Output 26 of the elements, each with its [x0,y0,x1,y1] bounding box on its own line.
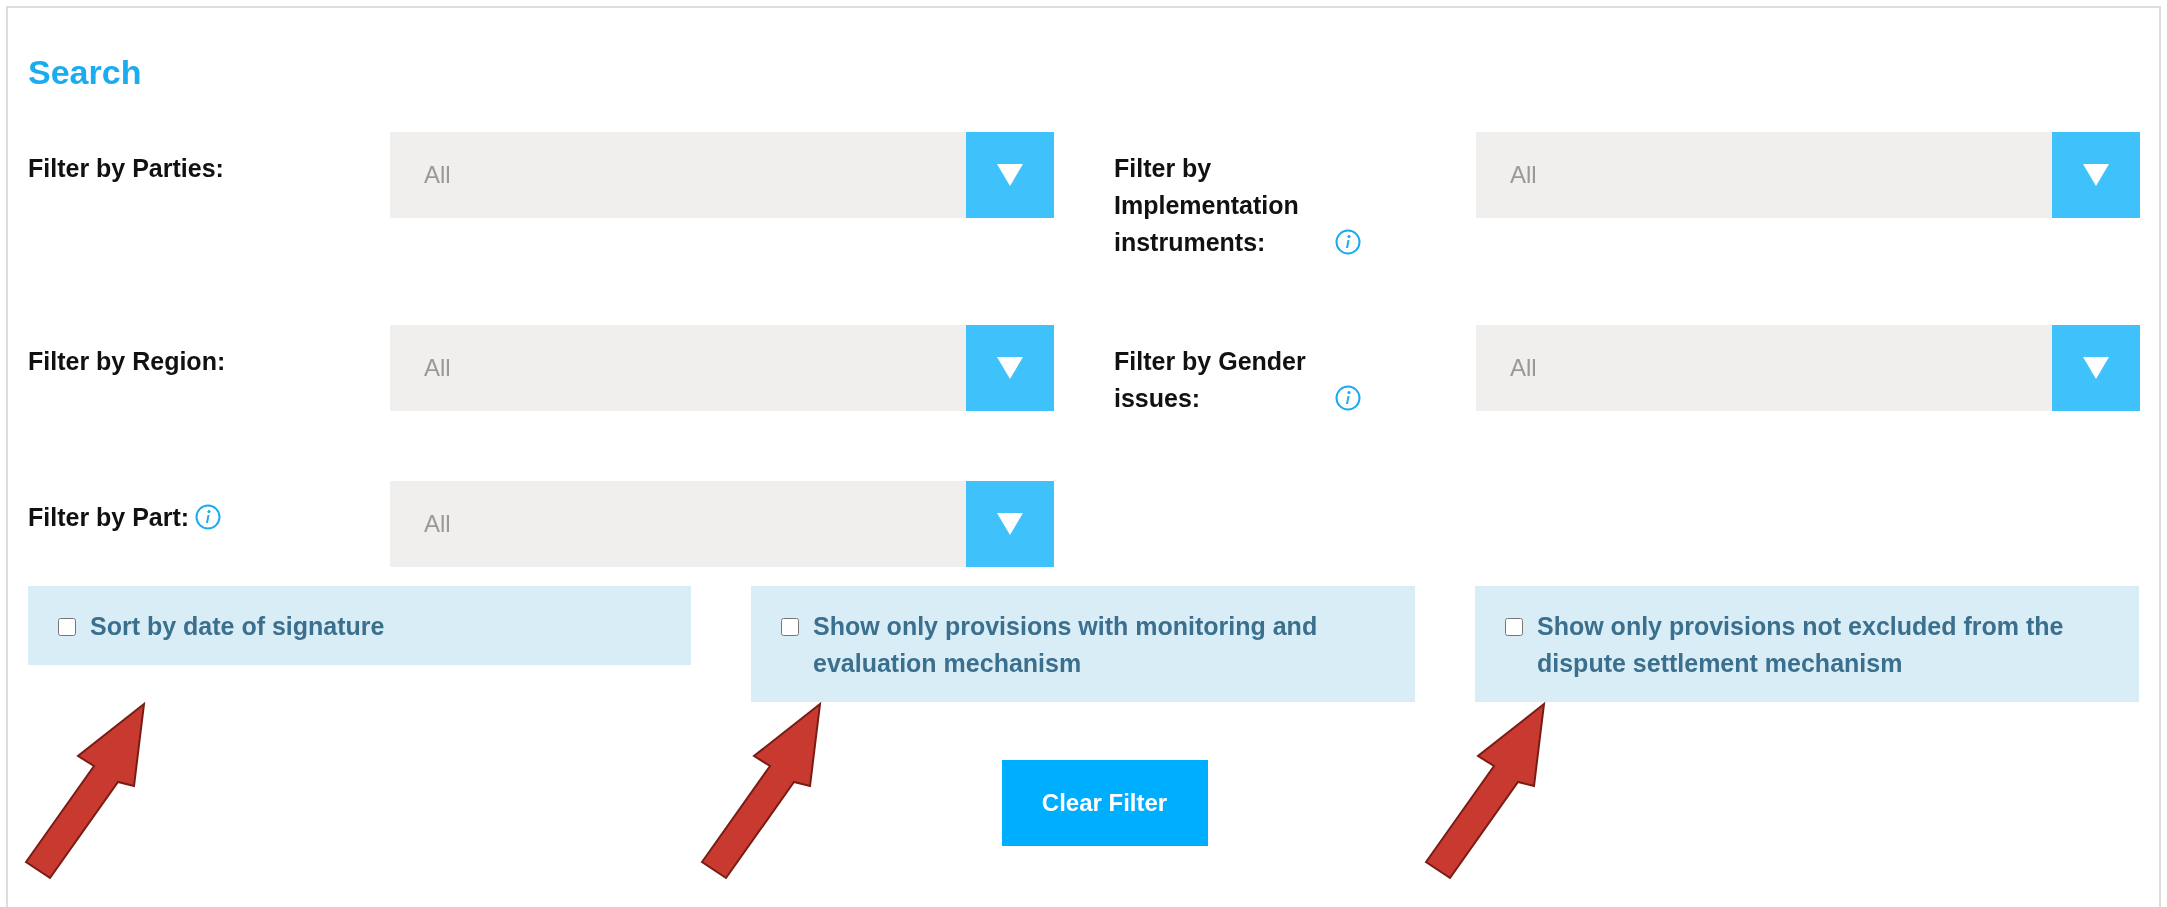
filter-label: Filter by Parties: [28,153,224,184]
checkbox-option[interactable]: Sort by date of signature [28,586,691,665]
caret-down-icon [2083,164,2109,186]
filter-label: Filter by Implementation instruments: [1114,153,1300,258]
filter-label: Filter by Part: [28,502,190,533]
info-icon[interactable] [1335,385,1361,411]
filter-label: Filter by Gender issues: [1114,346,1307,414]
checkbox-option[interactable]: Show only provisions with monitoring and evaluation mechanism [751,586,1415,702]
caret-down-icon [997,164,1023,186]
filter-dropdown[interactable]: All [1476,132,2140,218]
filter-dropdown[interactable]: All [390,132,1054,218]
clear-filter-button[interactable]: Clear Filter [1001,760,1208,846]
info-icon[interactable] [1335,229,1361,255]
checkbox-option[interactable]: Show only provisions not excluded from the dispute settlement mechanism [1475,586,2139,702]
filter-dropdown[interactable]: All [390,481,1054,567]
filter-dropdown[interactable]: All [1476,325,2140,411]
caret-down-icon [2083,357,2109,379]
checkbox[interactable] [781,618,799,636]
filter-label: Filter by Region: [28,346,226,377]
filter-dropdown[interactable]: All [390,325,1054,411]
checkbox[interactable] [58,618,76,636]
caret-down-icon [997,513,1023,535]
info-icon[interactable] [195,504,222,530]
caret-down-icon [997,357,1023,379]
checkbox[interactable] [1505,618,1523,636]
panel-title: Search [28,52,142,93]
